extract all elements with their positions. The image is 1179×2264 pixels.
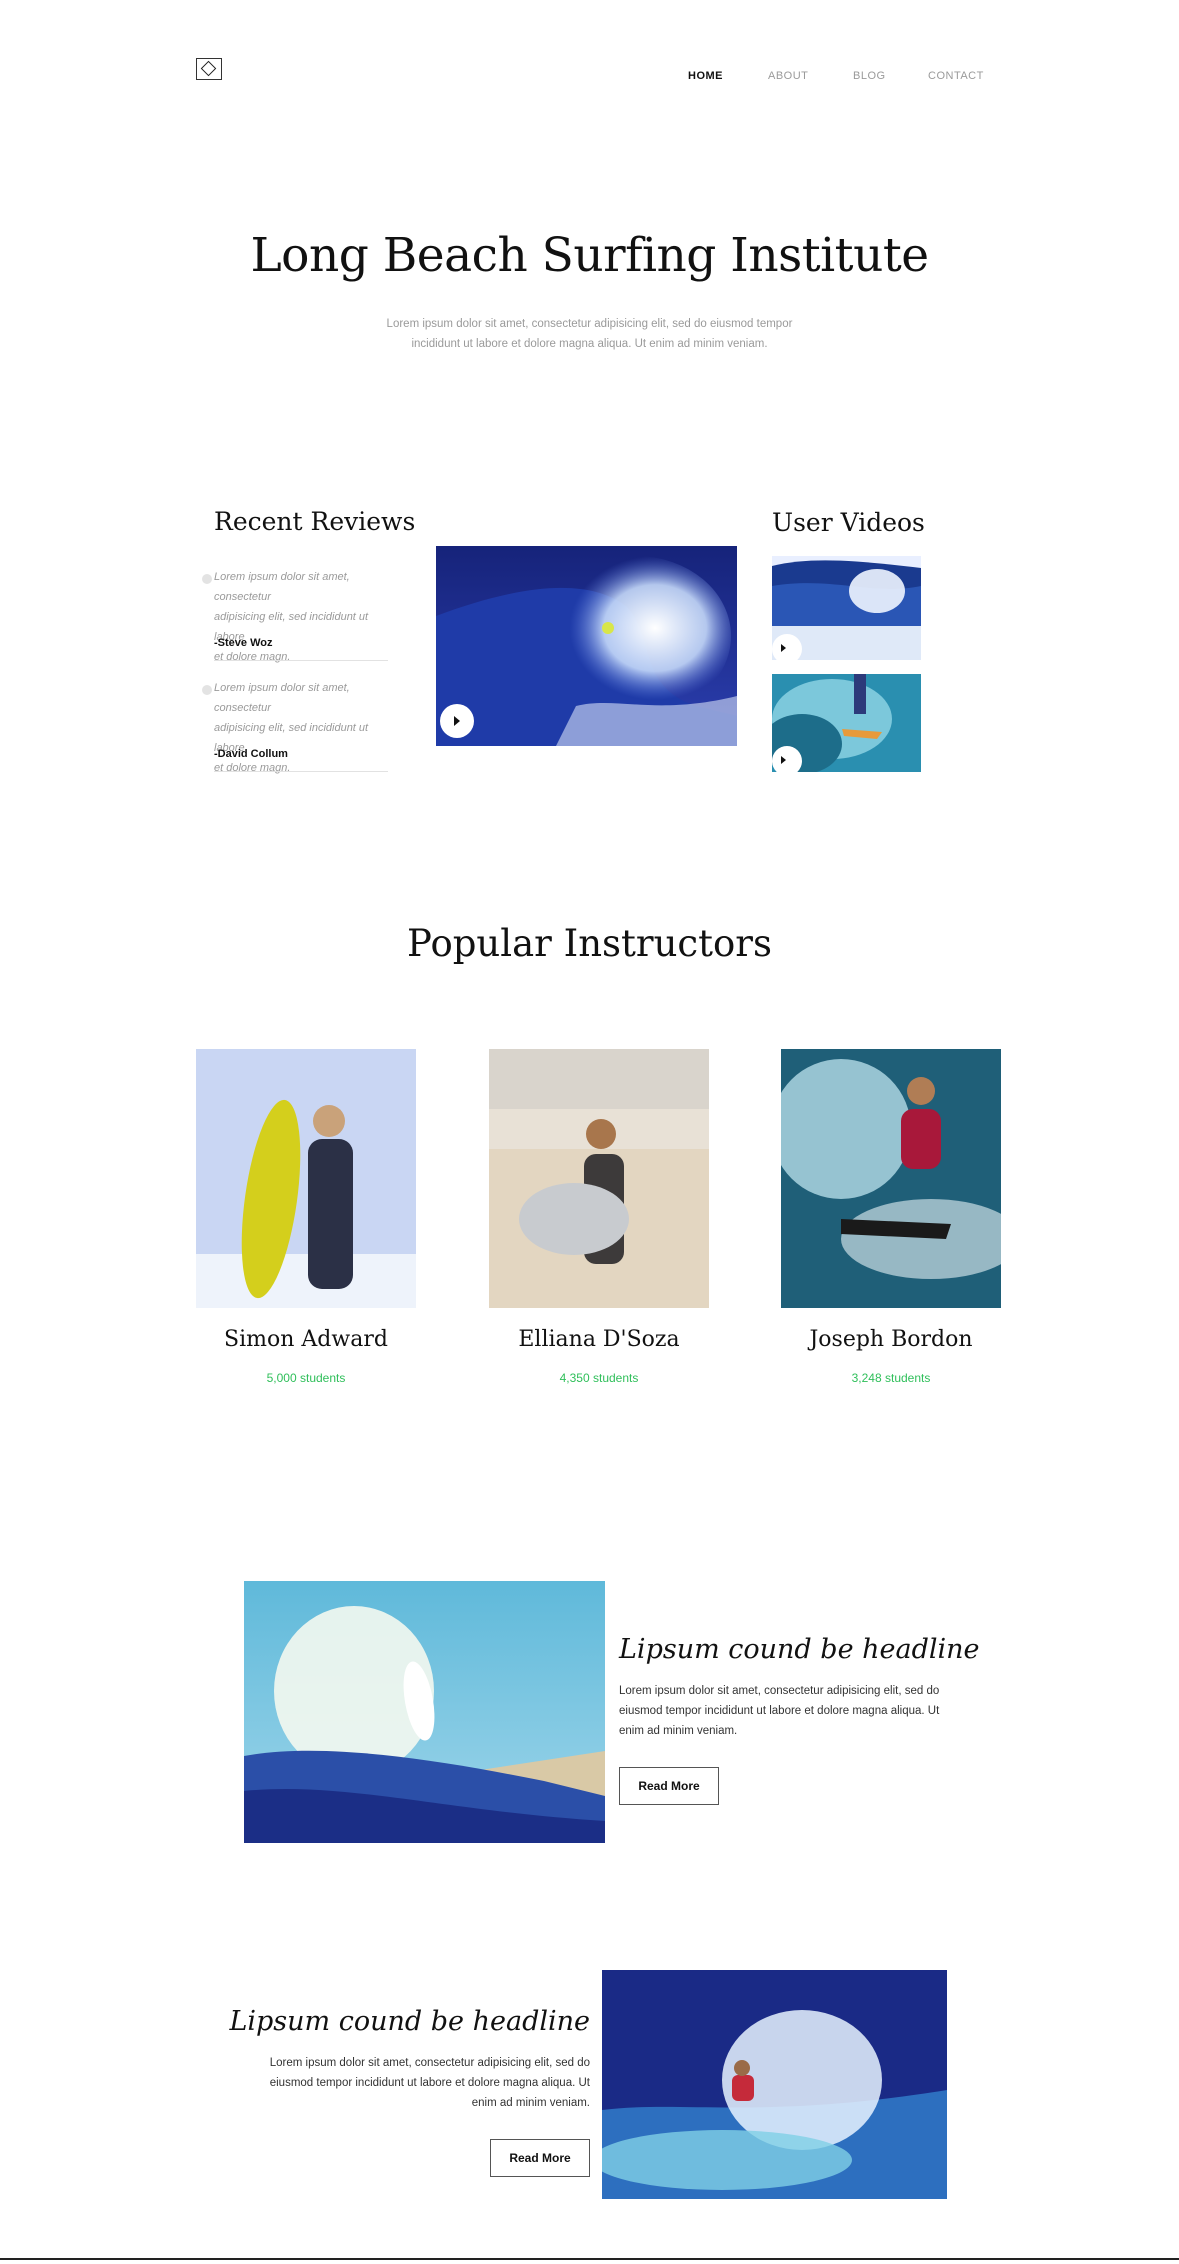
play-button[interactable] [772, 746, 802, 772]
feature-image-art [602, 1970, 947, 2199]
instructor-image [781, 1049, 1001, 1308]
review-divider [214, 660, 388, 661]
feature-text-line: Lorem ipsum dolor sit amet, consectetur … [269, 2057, 590, 2069]
feature-image [244, 1581, 605, 1843]
nav-blog[interactable]: BLOG [853, 70, 886, 82]
feature-image [602, 1970, 947, 2199]
quote-icon [202, 685, 212, 695]
user-video-thumb[interactable] [772, 674, 921, 772]
nav-home[interactable]: HOME [688, 70, 723, 82]
feature-text-line: eiusmod tempor incididunt ut labore et d… [269, 2077, 590, 2089]
nav-contact[interactable]: CONTACT [928, 70, 984, 82]
footer-divider [0, 2258, 1179, 2260]
site-logo[interactable] [196, 58, 222, 80]
play-button[interactable] [772, 634, 802, 660]
user-video-thumb[interactable] [772, 556, 921, 660]
nav-about[interactable]: ABOUT [768, 70, 808, 82]
quote-icon [202, 574, 212, 584]
review-text: Lorem ipsum dolor sit amet, consectetur … [214, 567, 389, 667]
instructor-image [489, 1049, 709, 1308]
instructors-heading: Popular Instructors [407, 922, 772, 965]
review-author: -Steve Woz [214, 637, 273, 649]
instructor-photo[interactable] [781, 1049, 1001, 1308]
review-line: et dolore magn. [214, 651, 291, 663]
feature-text: Lorem ipsum dolor sit amet, consectetur … [619, 1681, 949, 1741]
instructor-name: Elliana D'Soza [518, 1327, 680, 1352]
feature-text-line: Lorem ipsum dolor sit amet, consectetur … [619, 1685, 940, 1697]
feature-text-line: enim ad minim veniam. [471, 2097, 590, 2109]
hero-subtitle-line: Lorem ipsum dolor sit amet, consectetur … [386, 318, 793, 330]
featured-video[interactable] [436, 546, 737, 746]
review-line: et dolore magn. [214, 762, 291, 774]
instructor-name: Joseph Bordon [809, 1327, 973, 1352]
hero-subtitle-line: incididunt ut labore et dolore magna ali… [411, 338, 768, 350]
review-author: -David Collum [214, 748, 288, 760]
feature-text: Lorem ipsum dolor sit amet, consectetur … [200, 2053, 590, 2113]
review-line: Lorem ipsum dolor sit amet, consectetur [214, 682, 350, 714]
instructor-photo[interactable] [489, 1049, 709, 1308]
instructor-name: Simon Adward [224, 1327, 388, 1352]
instructor-image [196, 1049, 416, 1308]
hero-title: Long Beach Surfing Institute [250, 228, 929, 283]
logo-diamond-icon [200, 60, 217, 77]
feature-image-art [244, 1581, 605, 1843]
feature-headline: Lipsum cound be headline [229, 2006, 590, 2037]
read-more-button[interactable]: Read More [490, 2139, 590, 2177]
review-divider [214, 771, 388, 772]
feature-text-line: enim ad minim veniam. [619, 1725, 738, 1737]
play-button[interactable] [440, 704, 474, 738]
user-videos-heading: User Videos [772, 508, 925, 537]
reviews-heading: Recent Reviews [214, 507, 416, 536]
read-more-button[interactable]: Read More [619, 1767, 719, 1805]
hero-subtitle: Lorem ipsum dolor sit amet, consectetur … [380, 314, 799, 354]
feature-text-line: eiusmod tempor incididunt ut labore et d… [619, 1705, 940, 1717]
instructor-students: 4,350 students [559, 1371, 639, 1385]
review-line: Lorem ipsum dolor sit amet, consectetur [214, 571, 350, 603]
instructor-students: 3,248 students [851, 1371, 931, 1385]
featured-video-image [436, 546, 737, 746]
feature-headline: Lipsum cound be headline [619, 1634, 980, 1665]
instructor-students: 5,000 students [266, 1371, 346, 1385]
instructor-photo[interactable] [196, 1049, 416, 1308]
review-text: Lorem ipsum dolor sit amet, consectetur … [214, 678, 389, 778]
